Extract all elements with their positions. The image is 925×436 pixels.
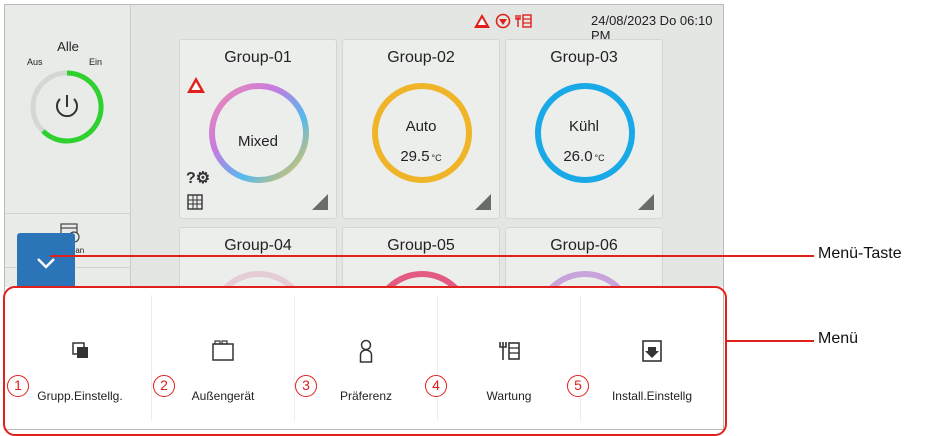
temperature-value: 26.0 — [563, 148, 593, 165]
filter-icon[interactable] — [495, 13, 511, 29]
group-mode: Auto — [405, 118, 437, 135]
menu-key-callout-label: Menü-Taste — [818, 245, 902, 262]
group-mode: Mixed — [237, 133, 278, 150]
status-icons — [473, 11, 533, 31]
group-mode: Kühl — [568, 118, 600, 135]
group-name: Group-03 — [550, 49, 618, 66]
chevron-down-icon — [37, 258, 55, 269]
warning-icon[interactable] — [473, 13, 491, 29]
maintenance-icon[interactable] — [515, 13, 533, 29]
menu-key-button[interactable] — [17, 233, 75, 293]
group-tile-03[interactable]: Group-03 Kühl 26.0 °C — [505, 39, 663, 219]
group-name: Group-05 — [387, 237, 455, 254]
menu-key-callout-line — [50, 255, 814, 257]
menu-callout-line — [727, 340, 814, 342]
temperature-value: 29.5 — [400, 148, 430, 165]
group-temperature: 29.5 °C — [343, 148, 499, 165]
divider — [5, 213, 131, 214]
on-label: Ein — [89, 57, 103, 67]
group-name: Group-04 — [224, 237, 292, 254]
group-tile-02[interactable]: Group-02 Auto 29.5 °C — [342, 39, 500, 219]
group-temperature: 26.0 °C — [506, 148, 662, 165]
group-name: Group-01 — [224, 49, 292, 66]
temperature-unit: °C — [594, 153, 605, 163]
corner-indicator — [475, 194, 491, 210]
off-label: Aus — [27, 57, 43, 67]
power-icon — [56, 95, 78, 118]
corner-indicator — [312, 194, 328, 210]
all-groups-label: Alle — [57, 39, 79, 54]
warning-icon — [187, 77, 205, 93]
grid-icon — [187, 194, 203, 210]
group-tile-01[interactable]: Group-01 Mixed ?⚙ — [179, 39, 337, 219]
corner-indicator — [638, 194, 654, 210]
menu-callout-label: Menü — [818, 330, 859, 347]
group-name: Group-06 — [550, 237, 618, 254]
temperature-unit: °C — [431, 153, 442, 163]
unknown-mode-icon: ?⚙ — [186, 170, 211, 187]
menu-highlight-outline — [3, 286, 727, 436]
group-name: Group-02 — [387, 49, 455, 66]
all-power-button[interactable] — [27, 67, 107, 147]
